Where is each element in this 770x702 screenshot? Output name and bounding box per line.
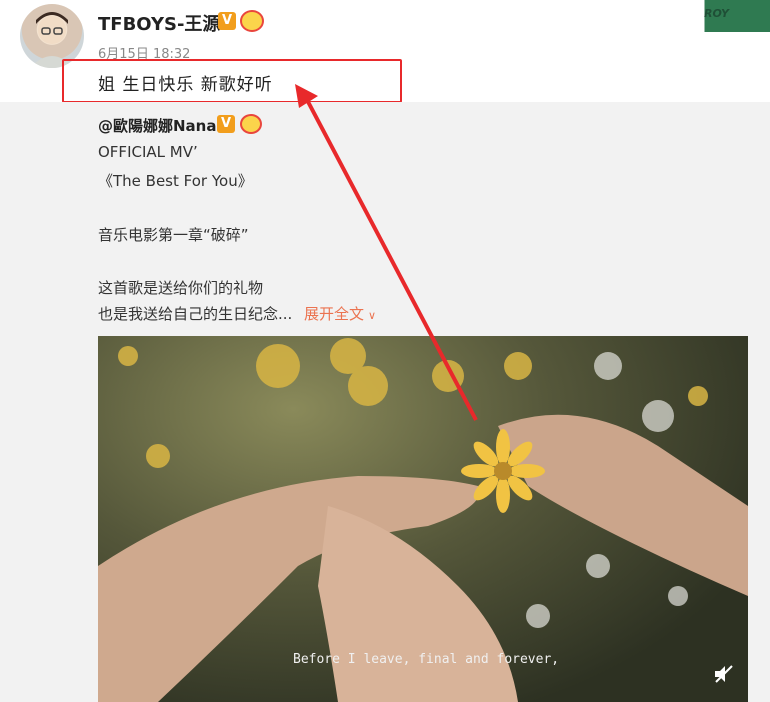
mute-icon[interactable] bbox=[712, 662, 736, 686]
repost-line: 这首歌是送给你们的礼物 bbox=[98, 279, 264, 297]
post-header: TFBOYS-王源 V 6月15日 18:32 姐 生日快乐 新歌好听 ROY bbox=[0, 0, 770, 103]
repost-line: 《The Best For You》 bbox=[98, 172, 253, 190]
crown-badge-icon bbox=[240, 114, 262, 134]
repost-line: 也是我送给自己的生日纪念... bbox=[98, 305, 293, 323]
video-frame-image bbox=[98, 338, 748, 702]
video-player[interactable]: Before I leave, final and forever, bbox=[98, 336, 748, 702]
expand-label: 展开全文 bbox=[304, 305, 365, 323]
corner-logo: ROY bbox=[688, 0, 770, 32]
repost-line: 音乐电影第一章“破碎” bbox=[98, 226, 249, 244]
highlight-box bbox=[62, 59, 402, 103]
expand-full-text-link[interactable]: 展开全文 ∨ bbox=[304, 303, 376, 324]
verified-icon: V bbox=[217, 115, 235, 133]
chevron-down-icon: ∨ bbox=[368, 309, 377, 322]
video-subtitle: Before I leave, final and forever, bbox=[293, 652, 560, 667]
reposted-content: @歐陽娜娜Nana V OFFICIAL MV’ 《The Best For Y… bbox=[0, 102, 770, 702]
crown-badge-icon bbox=[240, 10, 264, 32]
username[interactable]: TFBOYS-王源 bbox=[98, 10, 220, 36]
original-author-link[interactable]: @歐陽娜娜Nana bbox=[98, 115, 216, 136]
corner-logo-text: ROY bbox=[704, 7, 729, 20]
verified-icon: V bbox=[218, 12, 236, 30]
repost-line: OFFICIAL MV’ bbox=[98, 143, 198, 161]
